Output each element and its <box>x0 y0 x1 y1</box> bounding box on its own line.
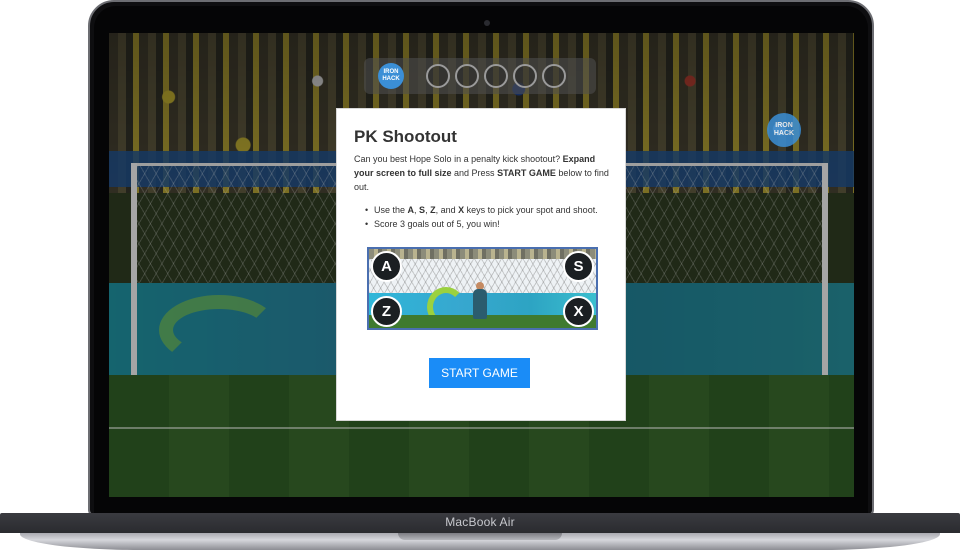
shot-indicator-3 <box>484 64 508 88</box>
start-game-button[interactable]: START GAME <box>429 358 530 388</box>
device-label: MacBook Air <box>445 515 515 529</box>
shot-indicator-2 <box>455 64 479 88</box>
shot-indicator-1 <box>426 64 450 88</box>
intro-text-1: Can you best Hope Solo in a penalty kick… <box>354 154 563 164</box>
key-x-badge: X <box>563 296 594 327</box>
goalkeeper-figure <box>473 289 487 319</box>
key-a-badge: A <box>371 251 402 282</box>
key-z-badge: Z <box>371 296 402 327</box>
base-notch <box>398 533 562 540</box>
intro-text-2: and Press <box>451 168 498 178</box>
webcam-icon <box>484 20 490 26</box>
rule-keys-pre: Use the <box>374 205 408 215</box>
shot-indicators <box>426 64 566 88</box>
shot-indicator-5 <box>542 64 566 88</box>
game-screen: IRON HACK IRON HACK PK Shootout Can you … <box>109 33 854 497</box>
rules-list: Use the A, S, Z, and X keys to pick your… <box>365 203 620 231</box>
rule-keys-post: keys to pick your spot and shoot. <box>464 205 598 215</box>
rule-sep-3: , and <box>435 205 459 215</box>
rule-keys: Use the A, S, Z, and X keys to pick your… <box>365 203 620 217</box>
base-hinge: MacBook Air <box>0 513 960 533</box>
ironhack-watermark-icon: IRON HACK <box>767 113 801 147</box>
intro-dialog: PK Shootout Can you best Hope Solo in a … <box>336 108 626 421</box>
dialog-intro: Can you best Hope Solo in a penalty kick… <box>354 152 616 194</box>
intro-bold-start: START GAME <box>497 168 556 178</box>
key-s-badge: S <box>563 251 594 282</box>
dialog-title: PK Shootout <box>354 127 457 146</box>
shot-indicator-4 <box>513 64 537 88</box>
goal-preview-image: A S Z X <box>367 247 598 330</box>
score-hud: IRON HACK <box>364 58 596 94</box>
rule-win: Score 3 goals out of 5, you win! <box>365 217 620 231</box>
ironhack-logo-icon: IRON HACK <box>378 63 404 89</box>
laptop-base: MacBook Air <box>0 513 960 552</box>
laptop-frame: IRON HACK IRON HACK PK Shootout Can you … <box>0 0 960 552</box>
